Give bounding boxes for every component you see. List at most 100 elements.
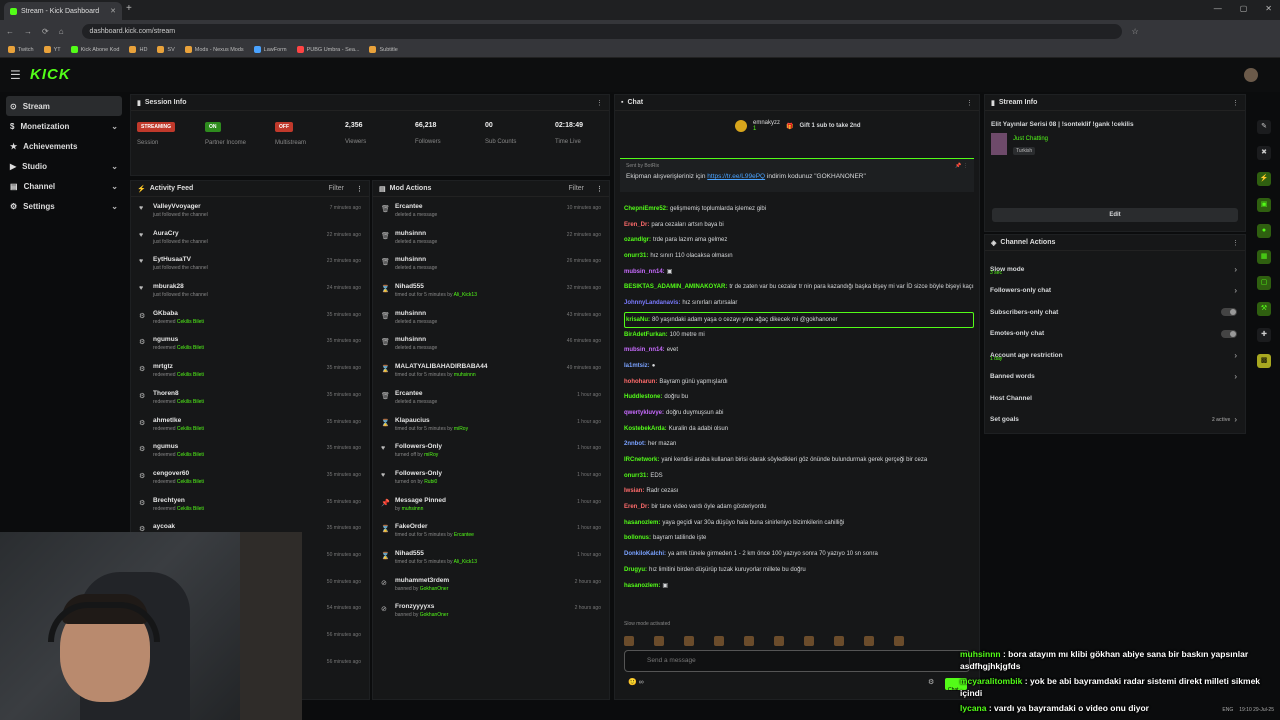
highlight-name[interactable]: Cekilis Bileti: [177, 479, 204, 485]
sidebar-item-settings[interactable]: ⚙ Settings ⌄: [0, 196, 128, 216]
pinned-link[interactable]: https://tr.ee/L99ePQ: [707, 173, 765, 180]
channel-action-host-channel[interactable]: Host Channel: [990, 388, 1237, 408]
minimize-icon[interactable]: —: [1214, 4, 1222, 13]
highlight-name[interactable]: miRoy: [424, 452, 438, 458]
chat-username[interactable]: Ia1mtsiz:: [624, 363, 650, 369]
activity-username[interactable]: cengover60: [153, 470, 204, 477]
chat-username[interactable]: qwertykluvye:: [624, 410, 664, 416]
mod-username[interactable]: muhammet3rdem: [395, 577, 449, 584]
wrench-icon[interactable]: ⚒: [1257, 302, 1271, 316]
chevron-right-icon[interactable]: ›: [1234, 351, 1237, 360]
activity-username[interactable]: mrtgtz: [153, 363, 204, 370]
channel-action-account-age-restriction[interactable]: Account age restriction 1 day ›: [990, 345, 1237, 365]
chat-username[interactable]: DonkiloKalchi:: [624, 551, 666, 557]
apps-icon[interactable]: ▩: [1257, 354, 1271, 368]
emote-picker-icon[interactable]: 🙂: [628, 679, 637, 686]
highlight-name[interactable]: GokhanOner: [420, 586, 449, 592]
screen-icon[interactable]: ▢: [1257, 276, 1271, 290]
highlight-name[interactable]: Cekilis Bileti: [177, 345, 204, 351]
activity-username[interactable]: aycoak: [153, 523, 175, 530]
home-icon[interactable]: ⌂: [59, 27, 64, 36]
mod-username[interactable]: Followers-Only: [395, 470, 442, 477]
mod-username[interactable]: Ercantee: [395, 390, 437, 397]
category-name[interactable]: Just Chatting: [1013, 136, 1048, 142]
highlight-name[interactable]: Ali_Kick13: [454, 292, 477, 298]
more-icon[interactable]: ⋮: [596, 185, 603, 193]
bookmark-star-icon[interactable]: ☆: [1132, 27, 1139, 36]
chat-username[interactable]: hasanozlem:: [624, 520, 660, 526]
emote-icon[interactable]: [714, 636, 724, 646]
emote-icon[interactable]: [804, 636, 814, 646]
emote-icon[interactable]: [684, 636, 694, 646]
highlight-name[interactable]: Ali_Kick13: [454, 559, 477, 565]
toggle-switch[interactable]: [1221, 308, 1237, 316]
bookmark-item[interactable]: Twitch: [8, 46, 34, 53]
bookmark-item[interactable]: YT: [43, 46, 61, 53]
bookmark-item[interactable]: Mods - Nexus Mods: [184, 46, 244, 53]
highlight-name[interactable]: Cekilis Bileti: [177, 319, 204, 325]
mod-username[interactable]: muhsinnn: [395, 310, 437, 317]
highlight-name[interactable]: Cekilis Bileti: [177, 372, 204, 378]
back-icon[interactable]: ←: [6, 27, 14, 36]
emote-icon[interactable]: [774, 636, 784, 646]
bookmark-item[interactable]: Kick Abone Kod: [70, 46, 119, 53]
mod-username[interactable]: MALATYALIBAHADIRBABA44: [395, 363, 487, 370]
activity-username[interactable]: mburak28: [153, 283, 208, 290]
chat-username[interactable]: onurr31:: [624, 253, 648, 259]
bookmark-item[interactable]: PUBG Umbra - Sea...: [296, 46, 359, 53]
chat-username[interactable]: Drugyu:: [624, 567, 647, 573]
chat-username[interactable]: JohnnyLandanavis:: [624, 300, 680, 306]
activity-username[interactable]: AuraCry: [153, 230, 208, 237]
chevron-right-icon[interactable]: ›: [1234, 286, 1237, 295]
more-icon[interactable]: ⋮: [596, 99, 603, 107]
chat-username[interactable]: Huddlestone:: [624, 394, 662, 400]
close-icon[interactable]: ✕: [110, 7, 116, 15]
sidebar-item-studio[interactable]: ▶ Studio ⌄: [0, 156, 128, 176]
activity-username[interactable]: Thoren8: [153, 390, 204, 397]
grid-icon[interactable]: ▦: [1257, 250, 1271, 264]
chat-username[interactable]: 2nnbot:: [624, 441, 646, 447]
emote-icon[interactable]: [624, 636, 634, 646]
forward-icon[interactable]: →: [24, 27, 32, 36]
channel-action-subscribers-only-chat[interactable]: Subscribers-only chat: [990, 302, 1237, 322]
mod-username[interactable]: Klapaucius: [395, 417, 468, 424]
bookmark-item[interactable]: LawForm: [253, 46, 287, 53]
chat-username[interactable]: Iwsian:: [624, 488, 644, 494]
highlight-name[interactable]: miRoy: [454, 426, 468, 432]
chat-username[interactable]: krisaNu:: [626, 317, 650, 323]
activity-username[interactable]: ahmetlke: [153, 417, 204, 424]
edit-stream-button[interactable]: Edit: [992, 208, 1238, 222]
highlight-name[interactable]: Rubi0: [424, 479, 437, 485]
highlight-name[interactable]: muhsinnn: [402, 506, 424, 512]
chevron-down-icon[interactable]: ⌄: [111, 122, 118, 131]
highlight-name[interactable]: Cekilis Bileti: [177, 426, 204, 432]
channel-action-set-goals[interactable]: Set goals 2 active ›: [990, 410, 1237, 430]
lightning-icon[interactable]: ⚡: [1257, 172, 1271, 186]
activity-username[interactable]: ValleyVvoyager: [153, 203, 208, 210]
filter-button[interactable]: Filter: [328, 185, 344, 192]
chat-username[interactable]: bollonus:: [624, 535, 651, 541]
mod-username[interactable]: muhsinnn: [395, 336, 437, 343]
url-input[interactable]: dashboard.kick.com/stream: [81, 23, 1122, 39]
filter-button[interactable]: Filter: [568, 185, 584, 192]
more-icon[interactable]: ⋮: [356, 185, 363, 193]
channel-action-followers-only-chat[interactable]: Followers-only chat ›: [990, 281, 1237, 301]
chat-username[interactable]: KostebekArda:: [624, 426, 667, 432]
sidebar-item-channel[interactable]: ▤ Channel ⌄: [0, 176, 128, 196]
activity-username[interactable]: GKbaba: [153, 310, 204, 317]
chat-username[interactable]: Eren_Dr:: [624, 504, 649, 510]
sidebar-item-achievements[interactable]: ★ Achievements: [0, 136, 128, 156]
emote-icon[interactable]: [654, 636, 664, 646]
chat-username[interactable]: Eren_Dr:: [624, 222, 649, 228]
chevron-right-icon[interactable]: ›: [1234, 372, 1237, 381]
chevron-right-icon[interactable]: ›: [1234, 265, 1237, 274]
highlight-name[interactable]: Cekilis Bileti: [177, 452, 204, 458]
chat-username[interactable]: IRCnetwork:: [624, 457, 659, 463]
mod-username[interactable]: Message Pinned: [395, 497, 446, 504]
chat-username[interactable]: onurr31:: [624, 473, 648, 479]
activity-username[interactable]: ngumus: [153, 443, 204, 450]
chat-bubble-icon[interactable]: ●: [1257, 224, 1271, 238]
sidebar-item-stream[interactable]: ⊙ Stream: [6, 96, 122, 116]
chat-username[interactable]: ChepniEmre52:: [624, 206, 668, 212]
chevron-down-icon[interactable]: ⌄: [111, 162, 118, 171]
